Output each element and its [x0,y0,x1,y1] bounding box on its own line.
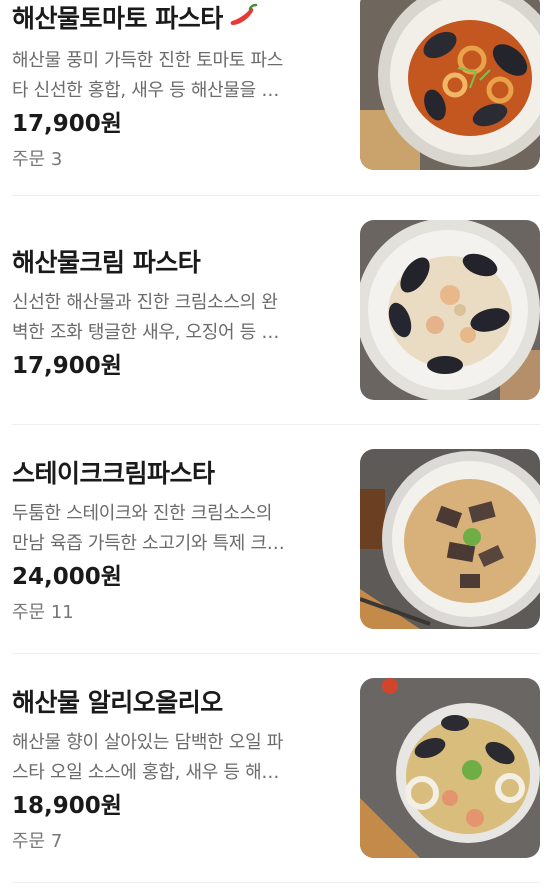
menu-item-text: 스테이크크림파스타 두툼한 스테이크와 진한 크림소스의 만남 육즙 가득한 소… [12,457,342,627]
menu-item-text: 해산물크림 파스타 신선한 해산물과 진한 크림소스의 완 벽한 조화 탱글한 … [12,246,342,382]
menu-item-name: 해산물 알리오올리오 [12,688,223,717]
menu-item-price: 18,900원 [12,793,122,819]
menu-item-name: 스테이크크림파스타 [12,459,215,488]
menu-item-name: 해산물크림 파스타 [12,248,201,277]
menu-item-description: 해산물 풍미 가득한 진한 토마토 파스 타 신선한 홍합, 새우 등 해산물을… [12,46,342,106]
description-line: 스타 오일 소스에 홍합, 새우 등 해… [12,762,280,783]
menu-item-order-count: 주문 3 [12,148,63,170]
menu-item-price: 24,000원 [12,564,122,590]
menu-item-price: 17,900원 [12,110,122,137]
menu-item-photo[interactable] [360,449,540,629]
divider [12,653,540,654]
divider [12,424,540,425]
menu-item-description: 신선한 해산물과 진한 크림소스의 완 벽한 조화 탱글한 새우, 오징어 등 … [12,288,342,348]
menu-item-photo[interactable] [360,0,540,170]
divider [12,195,540,196]
chili-pepper-icon [229,3,259,38]
description-line: 신선한 해산물과 진한 크림소스의 완 [12,292,278,313]
menu-item-text: 해산물토마토 파스타 해산물 풍미 가득한 진한 토마토 파스 타 신선한 홍합… [12,2,342,174]
menu-item-order-count: 주문 7 [12,831,63,852]
menu-item-description: 해산물 향이 살아있는 담백한 오일 파 스타 오일 소스에 홍합, 새우 등 … [12,728,342,788]
description-line: 타 신선한 홍합, 새우 등 해산물을 … [12,79,280,101]
description-line: 해산물 풍미 가득한 진한 토마토 파스 [12,49,284,71]
description-line: 벽한 조화 탱글한 새우, 오징어 등 … [12,322,280,343]
description-line: 만남 육즙 가득한 소고기와 특제 크… [12,533,285,554]
menu-item-description: 두툼한 스테이크와 진한 크림소스의 만남 육즙 가득한 소고기와 특제 크… [12,499,342,559]
menu-item-photo[interactable] [360,678,540,858]
menu-item-photo[interactable] [360,220,540,400]
menu-item-name-row: 해산물토마토 파스타 [12,2,342,38]
menu-item-order-count: 주문 11 [12,602,74,623]
divider [12,882,540,883]
menu-item-name: 해산물토마토 파스타 [12,4,223,33]
menu-item-price: 17,900원 [12,353,122,379]
description-line: 두툼한 스테이크와 진한 크림소스의 [12,503,273,524]
menu-item-text: 해산물 알리오올리오 해산물 향이 살아있는 담백한 오일 파 스타 오일 소스… [12,686,342,856]
description-line: 해산물 향이 살아있는 담백한 오일 파 [12,732,284,753]
